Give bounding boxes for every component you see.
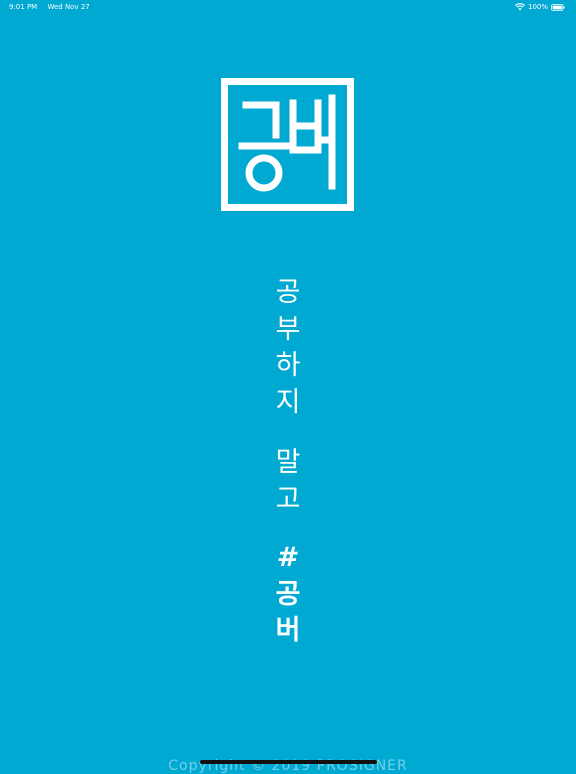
tagline-char: 지 (275, 386, 301, 418)
tagline-line-2: 말 고 (238, 445, 338, 518)
tagline-char: # (276, 542, 300, 573)
tagline-line-1: 공 부 하 지 (238, 275, 338, 421)
wifi-icon (515, 3, 525, 11)
tagline-char: 부 (275, 313, 301, 345)
tagline-char: 하 (275, 350, 301, 381)
status-date: Wed Nov 27 (47, 3, 90, 11)
app-logo (221, 78, 354, 211)
gongbeo-logo-icon (238, 94, 336, 192)
tagline-hashtag: # 공 버 (238, 540, 338, 650)
status-time: 9:01 PM (9, 3, 38, 11)
home-indicator[interactable] (200, 760, 377, 764)
battery-icon (551, 3, 565, 11)
battery-percent: 100% (527, 3, 548, 11)
tagline-char: 말 (275, 447, 301, 478)
status-bar: 9:01 PM Wed Nov 27 100% (0, 0, 576, 14)
tagline-char: 버 (275, 615, 301, 646)
tagline-char: 공 (275, 578, 301, 610)
tagline-char: 공 (275, 277, 301, 308)
tagline-char: 고 (275, 483, 301, 515)
